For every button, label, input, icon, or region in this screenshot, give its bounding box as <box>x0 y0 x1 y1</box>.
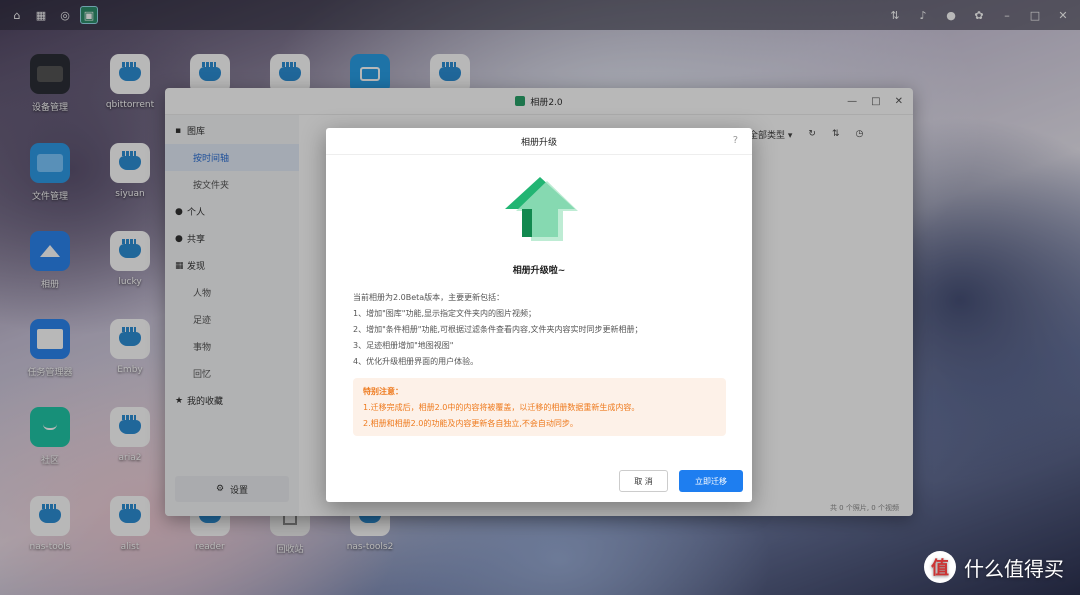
cancel-button[interactable]: 取 消 <box>619 470 668 492</box>
notice-box: 特别注意： 1.迁移完成后，相册2.0中的内容将被覆盖，以迁移的相册数据重新生成… <box>353 378 726 436</box>
update-intro: 当前相册为2.0Beta版本，主要更新包括： <box>353 293 505 302</box>
watermark-logo: 值 <box>924 551 956 583</box>
update-notes: 当前相册为2.0Beta版本，主要更新包括： 1、增加"图库"功能,显示指定文件… <box>353 290 643 370</box>
watermark: 值 什么值得买 <box>924 551 1064 583</box>
dialog-heading: 相册升级啦~ <box>512 266 566 276</box>
dialog-title: 相册升级 <box>520 137 557 148</box>
upgrade-arrow-icon <box>503 177 578 241</box>
help-icon[interactable]: ? <box>733 135 738 146</box>
dialog-header: 相册升级 ? <box>326 128 752 155</box>
update-item: 3、足迹相册增加"地图视图" <box>353 341 454 350</box>
notice-line: 2.相册和相册2.0的功能及内容更新各自独立,不会自动同步。 <box>363 419 578 428</box>
update-item: 4、优化升级相册界面的用户体验。 <box>353 357 479 366</box>
watermark-text: 什么值得买 <box>964 556 1064 581</box>
update-item: 2、增加"条件相册"功能,可根据过滤条件查看内容,文件夹内容实时同步更新相册； <box>353 325 643 334</box>
notice-title: 特别注意： <box>363 387 403 396</box>
migrate-now-button[interactable]: 立即迁移 <box>679 470 743 492</box>
upgrade-dialog: 相册升级 ? 相册升级啦~ 当前相册为2.0Beta版本，主要更新包括： 1、增… <box>326 128 752 502</box>
notice-line: 1.迁移完成后，相册2.0中的内容将被覆盖，以迁移的相册数据重新生成内容。 <box>363 403 640 412</box>
update-item: 1、增加"图库"功能,显示指定文件夹内的图片视频； <box>353 309 536 318</box>
